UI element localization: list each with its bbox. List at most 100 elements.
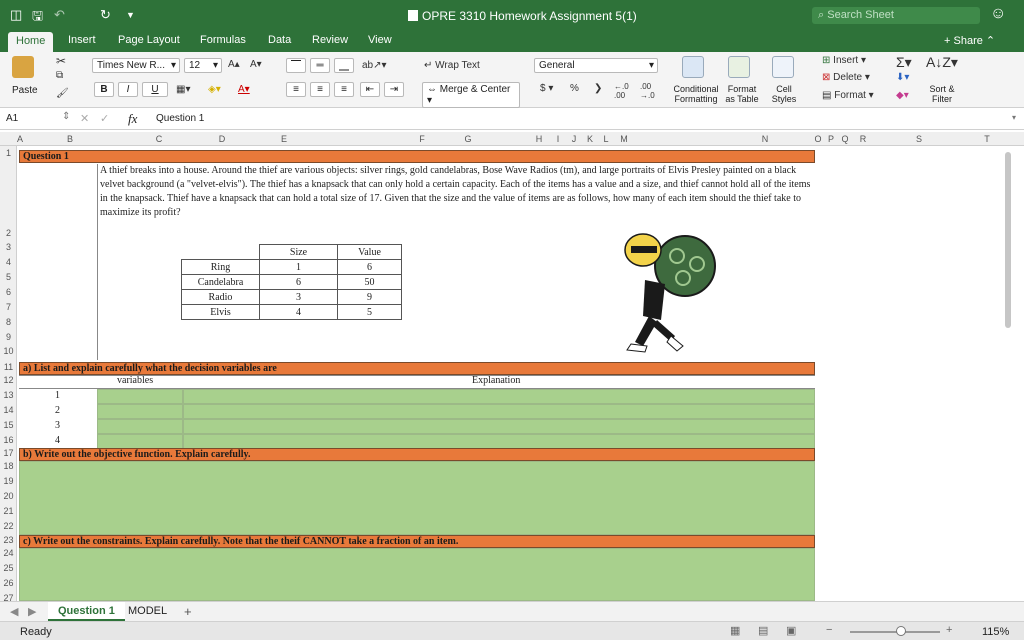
increase-decimal-icon[interactable]: ←.0.00 — [614, 82, 629, 100]
var-number[interactable]: 2 — [55, 405, 60, 416]
undo-icon[interactable]: ↶ — [54, 7, 65, 23]
row-header-20[interactable]: 20 — [0, 491, 17, 501]
formula-input[interactable]: Question 1 — [156, 113, 204, 124]
explanation-input-4[interactable] — [183, 434, 815, 449]
align-right-icon[interactable]: ≡ — [334, 82, 354, 97]
sheet-tab-question-1[interactable]: Question 1 — [48, 602, 125, 621]
row-header-2[interactable]: 2 — [0, 228, 17, 238]
search-sheet-input[interactable]: ⌕ Search Sheet — [812, 7, 980, 24]
vertical-scrollbar[interactable] — [1005, 152, 1011, 328]
question-title-cell[interactable]: Question 1 — [19, 150, 815, 163]
decrease-font-icon[interactable]: A▾ — [250, 59, 262, 70]
normal-view-icon[interactable]: ▦ — [730, 624, 740, 637]
align-middle-icon[interactable]: ═ — [310, 58, 330, 73]
zoom-out-icon[interactable]: − — [826, 624, 832, 636]
prev-sheet-icon[interactable]: ◀ — [10, 605, 18, 618]
constraints-input[interactable] — [19, 548, 815, 601]
copy-icon[interactable]: ⧉ — [56, 70, 63, 81]
align-top-icon[interactable]: ⎺ — [286, 58, 306, 73]
row-header-6[interactable]: 6 — [0, 287, 17, 297]
increase-font-icon[interactable]: A▴ — [228, 59, 240, 70]
row-header-16[interactable]: 16 — [0, 435, 17, 445]
format-cells-button[interactable]: ▤ Format ▾ — [822, 90, 874, 101]
row-header-26[interactable]: 26 — [0, 578, 17, 588]
page-layout-view-icon[interactable]: ▤ — [758, 624, 768, 637]
cell-styles-icon[interactable] — [772, 56, 794, 78]
row-header-19[interactable]: 19 — [0, 476, 17, 486]
column-header-m[interactable]: M — [617, 134, 631, 144]
row-header-18[interactable]: 18 — [0, 461, 17, 471]
align-center-icon[interactable]: ≡ — [310, 82, 330, 97]
row-header-22[interactable]: 22 — [0, 521, 17, 531]
save-icon[interactable]: 🖫 — [32, 7, 43, 29]
var-input-3[interactable] — [97, 419, 183, 434]
page-break-view-icon[interactable]: ▣ — [786, 624, 796, 637]
sheet-tab-model[interactable]: MODEL — [128, 605, 167, 617]
var-input-2[interactable] — [97, 404, 183, 419]
row-header-8[interactable]: 8 — [0, 317, 17, 327]
increase-indent-icon[interactable]: ⇥ — [384, 82, 404, 97]
zoom-in-icon[interactable]: + — [946, 624, 952, 636]
row-header-4[interactable]: 4 — [0, 257, 17, 267]
font-name-select[interactable]: Times New R... ▾ — [92, 58, 180, 73]
currency-button[interactable]: $ ▾ — [540, 83, 553, 94]
var-number[interactable]: 1 — [55, 390, 60, 401]
part-c-header[interactable]: c) Write out the constraints. Explain ca… — [19, 535, 815, 548]
underline-button[interactable]: U — [142, 82, 168, 97]
row-header-9[interactable]: 9 — [0, 332, 17, 342]
column-header-l[interactable]: L — [599, 134, 613, 144]
fill-icon[interactable]: ⬇▾ — [896, 72, 909, 83]
tab-view[interactable]: View — [368, 34, 392, 46]
row-header-25[interactable]: 25 — [0, 563, 17, 573]
row-header-15[interactable]: 15 — [0, 420, 17, 430]
orientation-icon[interactable]: ab↗▾ — [362, 60, 387, 71]
next-sheet-icon[interactable]: ▶ — [28, 605, 36, 618]
var-input-4[interactable] — [97, 434, 183, 449]
borders-icon[interactable]: ▦▾ — [176, 84, 190, 95]
explanation-input-2[interactable] — [183, 404, 815, 419]
row-header-12[interactable]: 12 — [0, 375, 17, 385]
var-input-1[interactable] — [97, 389, 183, 404]
format-as-table-icon[interactable] — [728, 56, 750, 78]
column-header-k[interactable]: K — [583, 134, 597, 144]
delete-cells-button[interactable]: ⊠ Delete ▾ — [822, 72, 870, 83]
column-header-t[interactable]: T — [967, 134, 1007, 144]
tab-review[interactable]: Review — [312, 34, 348, 46]
font-color-icon[interactable]: A▾ — [238, 84, 250, 95]
row-header-10[interactable]: 10 — [0, 346, 17, 356]
column-header-h[interactable]: H — [532, 134, 546, 144]
row-header-7[interactable]: 7 — [0, 302, 17, 312]
feedback-smiley-icon[interactable]: ☺ — [990, 5, 1006, 23]
decrease-decimal-icon[interactable]: .00 →.0 — [640, 82, 655, 100]
clear-icon[interactable]: ◆▾ — [896, 90, 909, 101]
percent-button[interactable]: % — [570, 83, 579, 94]
format-as-table-button[interactable]: Format as Table — [722, 84, 762, 104]
row-header-24[interactable]: 24 — [0, 548, 17, 558]
var-number[interactable]: 4 — [55, 435, 60, 446]
confirm-edit-icon[interactable]: ✓ — [100, 112, 109, 125]
row-header-21[interactable]: 21 — [0, 506, 17, 516]
share-button[interactable]: + Share ⌃ — [944, 34, 995, 47]
name-box-stepper-icon[interactable]: ⇕ — [62, 111, 70, 122]
redo-icon[interactable]: ↻ — [100, 7, 111, 23]
column-header-p[interactable]: P — [825, 134, 837, 144]
align-bottom-icon[interactable]: ⎽ — [334, 58, 354, 73]
zoom-slider[interactable] — [850, 631, 940, 633]
row-header-23[interactable]: 23 — [0, 535, 17, 545]
autosum-icon[interactable]: Σ▾ — [896, 54, 912, 71]
column-header-q[interactable]: Q — [839, 134, 851, 144]
row-header-11[interactable]: 11 — [0, 362, 17, 372]
column-header-o[interactable]: O — [812, 134, 824, 144]
conditional-formatting-icon[interactable] — [682, 56, 704, 78]
row-header-13[interactable]: 13 — [0, 390, 17, 400]
sidebar-toggle-icon[interactable]: ◫ — [10, 7, 22, 23]
objective-function-input[interactable] — [19, 461, 815, 535]
cancel-edit-icon[interactable]: ✕ — [80, 112, 89, 125]
name-box[interactable]: A1 — [6, 113, 18, 124]
column-header-e[interactable]: E — [219, 134, 349, 144]
var-number[interactable]: 3 — [55, 420, 60, 431]
align-left-icon[interactable]: ≡ — [286, 82, 306, 97]
format-painter-icon[interactable]: 🖌 — [56, 88, 69, 99]
conditional-formatting-button[interactable]: Conditional Formatting — [672, 84, 720, 104]
column-header-n[interactable]: N — [707, 134, 823, 144]
